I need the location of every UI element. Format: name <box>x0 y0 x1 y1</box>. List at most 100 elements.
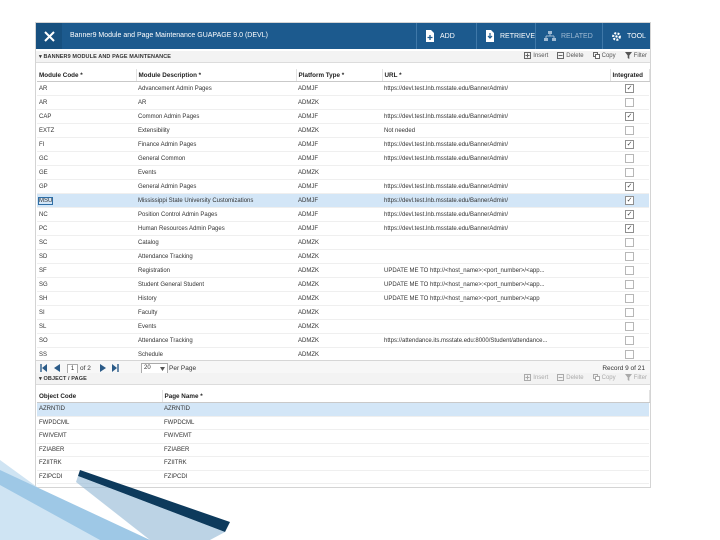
url-cell[interactable]: https://devl.test.lnb.msstate.edu/Banner… <box>382 221 610 236</box>
module-description-cell[interactable]: General Common <box>136 151 296 166</box>
platform-type-cell[interactable]: ADMZK <box>296 95 382 110</box>
module-code-cell[interactable]: AR <box>37 81 136 96</box>
add-button[interactable]: ADD <box>416 23 455 49</box>
integrated-checkbox-checked[interactable]: ✓ <box>625 210 634 219</box>
module-code-cell[interactable]: SG <box>37 277 136 292</box>
integrated-header[interactable]: Integrated <box>610 69 650 82</box>
url-cell[interactable]: UPDATE ME TO http://<host_name>:<port_nu… <box>382 291 610 306</box>
module-description-cell[interactable]: Attendance Tracking <box>136 249 296 264</box>
close-button[interactable] <box>36 23 62 49</box>
platform-type-cell[interactable]: ADMJF <box>296 221 382 236</box>
table-row[interactable]: SI Faculty ADMZK <box>37 305 649 320</box>
platform-type-cell[interactable]: ADMZK <box>296 291 382 306</box>
object-section-title[interactable]: ▾ OBJECT / PAGE <box>39 376 87 382</box>
table-row[interactable]: SC Catalog ADMZK <box>37 235 649 250</box>
url-header[interactable]: URL * <box>382 69 611 82</box>
table-row[interactable]: AZRNTID AZRNTID <box>37 402 649 417</box>
module-code-cell[interactable]: PC <box>37 221 136 236</box>
module-code-cell[interactable]: GE <box>37 165 136 180</box>
module-code-cell[interactable]: CAP <box>37 109 136 124</box>
table-row[interactable]: CAP Common Admin Pages ADMJF https://devl.t… <box>37 109 649 124</box>
module-description-cell[interactable]: General Admin Pages <box>136 179 296 194</box>
module-description-cell[interactable]: Faculty <box>136 305 296 320</box>
module-code-cell[interactable]: SL <box>37 319 136 334</box>
module-description-cell[interactable]: Registration <box>136 263 296 278</box>
insert-button[interactable]: Insert <box>524 52 548 59</box>
url-cell[interactable]: UPDATE ME TO http://<host_name>:<port_nu… <box>382 263 610 278</box>
url-cell[interactable]: https://devl.test.lnb.msstate.edu/Banner… <box>382 81 610 96</box>
platform-type-cell[interactable]: ADMJF <box>296 151 382 166</box>
module-description-cell[interactable]: Events <box>136 165 296 180</box>
platform-type-cell[interactable]: ADMZK <box>296 235 382 250</box>
page-name-cell[interactable]: FWPDCML <box>162 416 649 430</box>
integrated-checkbox-checked[interactable]: ✓ <box>625 224 634 233</box>
page-name-header[interactable]: Page Name * <box>162 390 650 403</box>
integrated-checkbox[interactable] <box>625 294 634 303</box>
url-cell[interactable]: https://devl.test.lnb.msstate.edu/Banner… <box>382 193 610 208</box>
table-row[interactable]: AR Advancement Admin Pages ADMJF https://de… <box>37 81 649 96</box>
module-description-cell[interactable]: Catalog <box>136 235 296 250</box>
integrated-checkbox[interactable] <box>625 252 634 261</box>
platform-type-cell[interactable]: ADMZK <box>296 165 382 180</box>
table-row[interactable]: GE Events ADMZK <box>37 165 649 180</box>
integrated-checkbox[interactable] <box>625 168 634 177</box>
platform-type-cell[interactable]: ADMZK <box>296 305 382 320</box>
object-delete-button[interactable]: Delete <box>557 374 584 381</box>
module-code-cell[interactable]: GP <box>37 179 136 194</box>
integrated-checkbox[interactable] <box>625 308 634 317</box>
url-cell[interactable]: https://devl.test.lnb.msstate.edu/Banner… <box>382 137 610 152</box>
platform-type-cell[interactable]: ADMJF <box>296 109 382 124</box>
module-description-cell[interactable]: Common Admin Pages <box>136 109 296 124</box>
tools-button[interactable]: TOOL <box>602 23 646 49</box>
table-row[interactable]: SG Student General Student ADMZK UPDATE ME … <box>37 277 649 292</box>
object-code-header[interactable]: Object Code <box>37 390 163 403</box>
module-code-cell[interactable]: SC <box>37 235 136 250</box>
table-row[interactable]: SL Events ADMZK <box>37 319 649 334</box>
table-row[interactable]: EXTZ Extensibility ADMZK Not needed <box>37 123 649 138</box>
table-row[interactable]: GC General Common ADMJF https://devl.test.l… <box>37 151 649 166</box>
integrated-checkbox[interactable] <box>625 238 634 247</box>
module-description-cell[interactable]: AR <box>136 95 296 110</box>
delete-button[interactable]: Delete <box>557 52 584 59</box>
object-filter-button[interactable]: Filter <box>624 374 647 381</box>
platform-type-cell[interactable]: ADMJF <box>296 179 382 194</box>
url-cell[interactable] <box>382 305 610 320</box>
platform-type-header[interactable]: Platform Type * <box>296 69 383 82</box>
table-row[interactable]: PC Human Resources Admin Pages ADMJF https:… <box>37 221 649 236</box>
module-description-cell[interactable]: Mississippi State University Customizati… <box>136 193 296 208</box>
url-cell[interactable] <box>382 95 610 110</box>
url-cell[interactable]: https://attendance.its.msstate.edu:8000/… <box>382 333 610 348</box>
url-cell[interactable]: https://devl.test.lnb.msstate.edu/Banner… <box>382 179 610 194</box>
related-button[interactable]: RELATED <box>535 23 593 49</box>
platform-type-cell[interactable]: ADMZK <box>296 249 382 264</box>
module-code-cell[interactable]: SD <box>37 249 136 264</box>
module-description-cell[interactable]: Attendance Tracking <box>136 333 296 348</box>
module-code-cell[interactable]: EXTZ <box>37 123 136 138</box>
table-row[interactable]: FWPDCML FWPDCML <box>37 416 649 430</box>
integrated-checkbox[interactable] <box>625 280 634 289</box>
module-description-cell[interactable]: Events <box>136 319 296 334</box>
platform-type-cell[interactable]: ADMZK <box>296 333 382 348</box>
integrated-checkbox[interactable] <box>625 322 634 331</box>
table-row[interactable]: MSU Mississippi State University Customiz… <box>37 193 649 208</box>
url-cell[interactable] <box>382 319 610 334</box>
platform-type-cell[interactable]: ADMZK <box>296 277 382 292</box>
url-cell[interactable]: UPDATE ME TO http://<host_name>:<port_nu… <box>382 277 610 292</box>
retrieve-button[interactable]: RETRIEVE <box>476 23 535 49</box>
module-description-cell[interactable]: Student General Student <box>136 277 296 292</box>
table-row[interactable]: SF Registration ADMZK UPDATE ME TO http://<… <box>37 263 649 278</box>
table-row[interactable]: SO Attendance Tracking ADMZK https://attend… <box>37 333 649 348</box>
table-row[interactable]: AR AR ADMZK <box>37 95 649 110</box>
platform-type-cell[interactable]: ADMJF <box>296 137 382 152</box>
object-copy-button[interactable]: Copy <box>592 374 616 381</box>
module-code-cell[interactable]: SH <box>37 291 136 306</box>
page-name-cell[interactable]: AZRNTID <box>162 402 649 417</box>
object-insert-button[interactable]: Insert <box>524 374 548 381</box>
platform-type-cell[interactable]: ADMZK <box>296 319 382 334</box>
module-code-header[interactable]: Module Code * <box>37 69 137 82</box>
module-description-cell[interactable]: Extensibility <box>136 123 296 138</box>
platform-type-cell[interactable]: ADMJF <box>296 81 382 96</box>
platform-type-cell[interactable]: ADMJF <box>296 193 382 208</box>
module-description-cell[interactable]: Advancement Admin Pages <box>136 81 296 96</box>
table-row[interactable]: FI Finance Admin Pages ADMJF https://devl.t… <box>37 137 649 152</box>
